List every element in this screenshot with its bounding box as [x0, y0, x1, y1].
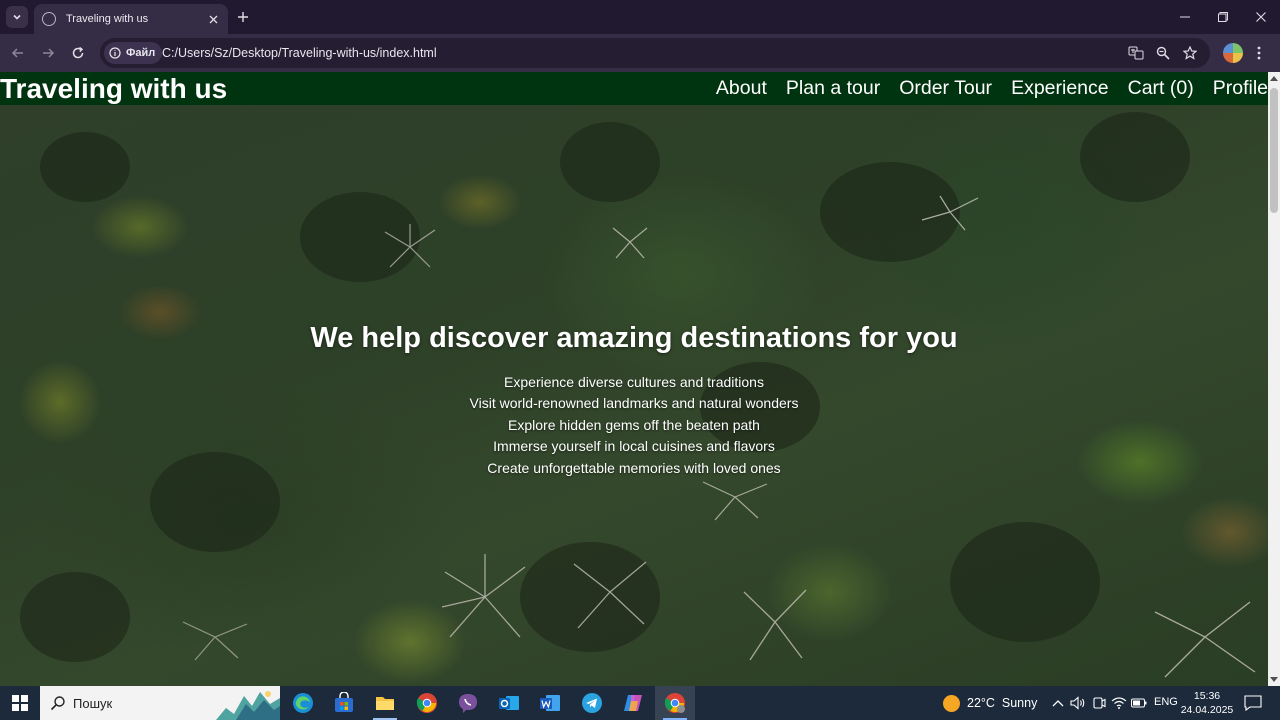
hero-feature-item: Visit world-renowned landmarks and natur… [469, 395, 799, 412]
viber-icon[interactable] [456, 691, 480, 715]
meet-now-icon[interactable] [1091, 695, 1107, 711]
arrow-left-icon [11, 48, 23, 58]
hero-feature-item: Immerse yourself in local cuisines and f… [493, 438, 775, 455]
new-tab-button[interactable] [234, 8, 252, 26]
word-icon[interactable] [538, 691, 562, 715]
site-header: Traveling with us About Plan a tour Orde… [0, 72, 1268, 105]
hero-title: We help discover amazing destinations fo… [310, 322, 958, 354]
globe-icon [42, 12, 56, 26]
nav-plan-a-tour[interactable]: Plan a tour [786, 77, 880, 100]
chevron-down-icon [13, 14, 21, 20]
bookmark-star-icon[interactable] [1182, 45, 1198, 61]
chrome-active-icon[interactable] [655, 686, 695, 720]
wifi-icon[interactable] [1111, 695, 1127, 711]
search-highlight-illustration-icon [216, 691, 280, 720]
arrow-right-icon [43, 48, 55, 58]
clock-time: 15:36 [1193, 690, 1221, 702]
telegram-icon[interactable] [580, 691, 604, 715]
browser-tab[interactable]: Traveling with us [34, 4, 228, 34]
reload-icon [72, 46, 84, 59]
weather-sun-icon[interactable] [943, 695, 960, 712]
more-vertical-icon [1257, 46, 1261, 60]
scroll-down-arrow-icon[interactable] [1270, 677, 1278, 682]
nav-order-tour[interactable]: Order Tour [899, 77, 992, 100]
close-icon [1256, 12, 1266, 22]
search-icon [50, 696, 65, 711]
close-window-button[interactable] [1242, 0, 1280, 34]
chrome-icon[interactable] [415, 691, 439, 715]
edge-icon[interactable] [291, 691, 315, 715]
weather-temperature: 22°C [967, 696, 995, 710]
browser-menu-button[interactable] [1252, 43, 1266, 63]
close-tab-icon[interactable] [206, 12, 220, 26]
site-logo[interactable]: Traveling with us [0, 73, 227, 104]
nav-about[interactable]: About [716, 77, 767, 100]
address-bar[interactable]: Файл C:/Users/Sz/Desktop/Traveling-with-… [100, 38, 1210, 68]
minimize-button[interactable] [1166, 0, 1204, 34]
tab-title: Traveling with us [66, 13, 149, 25]
outlook-icon[interactable] [497, 691, 521, 715]
hero-feature-item: Explore hidden gems off the beaten path [508, 416, 760, 433]
browser-toolbar: Файл C:/Users/Sz/Desktop/Traveling-with-… [0, 34, 1280, 72]
hero-feature-item: Experience diverse cultures and traditio… [504, 374, 764, 390]
back-button[interactable] [8, 43, 28, 63]
maximize-button[interactable] [1204, 0, 1242, 34]
file-explorer-icon[interactable] [373, 691, 397, 720]
nav-cart[interactable]: Cart (0) [1128, 77, 1194, 100]
copilot-icon[interactable] [621, 691, 645, 715]
scrollbar-thumb[interactable] [1270, 88, 1278, 213]
forward-button[interactable] [38, 43, 58, 63]
minimize-icon [1180, 16, 1190, 18]
volume-icon[interactable] [1070, 695, 1086, 711]
plus-icon [238, 12, 248, 22]
clock-date: 24.04.2025 [1180, 704, 1234, 716]
translate-icon[interactable] [1128, 45, 1144, 61]
taskbar-search-box[interactable]: Пошук [40, 686, 280, 720]
system-clock[interactable]: 15:36 24.04.2025 [1180, 689, 1234, 717]
nav-experience[interactable]: Experience [1011, 77, 1109, 100]
taskbar-search-label: Пошук [73, 696, 113, 711]
notification-icon[interactable] [1244, 695, 1262, 712]
profile-avatar-icon[interactable] [1223, 43, 1243, 63]
page-scrollbar[interactable] [1268, 72, 1280, 686]
browser-tab-strip: Traveling with us [0, 0, 1280, 34]
reload-button[interactable] [68, 43, 88, 63]
chevron-up-icon[interactable] [1050, 695, 1066, 711]
scroll-up-arrow-icon[interactable] [1270, 76, 1278, 81]
language-indicator[interactable]: ENG [1154, 696, 1178, 708]
tab-search-button[interactable] [6, 6, 28, 28]
hero-feature-item: Create unforgettable memories with loved… [487, 459, 781, 476]
nav-profile[interactable]: Profile [1213, 77, 1268, 100]
weather-condition: Sunny [1001, 696, 1038, 710]
main-nav: About Plan a tour Order Tour Experience … [697, 72, 1268, 105]
battery-icon[interactable] [1131, 695, 1147, 711]
page-viewport: Traveling with us About Plan a tour Orde… [0, 72, 1268, 686]
windows-start-icon[interactable] [12, 695, 28, 711]
weather-widget[interactable]: 22°C Sunny [967, 696, 1037, 710]
info-icon [109, 47, 121, 59]
store-icon[interactable] [332, 691, 356, 715]
url-text[interactable]: C:/Users/Sz/Desktop/Traveling-with-us/in… [162, 46, 437, 60]
restore-icon [1218, 12, 1228, 22]
hero-feature-list: Experience diverse cultures and traditio… [0, 372, 1268, 479]
zoom-icon[interactable] [1155, 45, 1171, 61]
site-info-chip[interactable]: Файл [104, 42, 163, 64]
scheme-label: Файл [126, 47, 156, 59]
windows-taskbar: Пошук 22°C Sunny ENG 15:36 24.04.2025 [0, 686, 1280, 720]
